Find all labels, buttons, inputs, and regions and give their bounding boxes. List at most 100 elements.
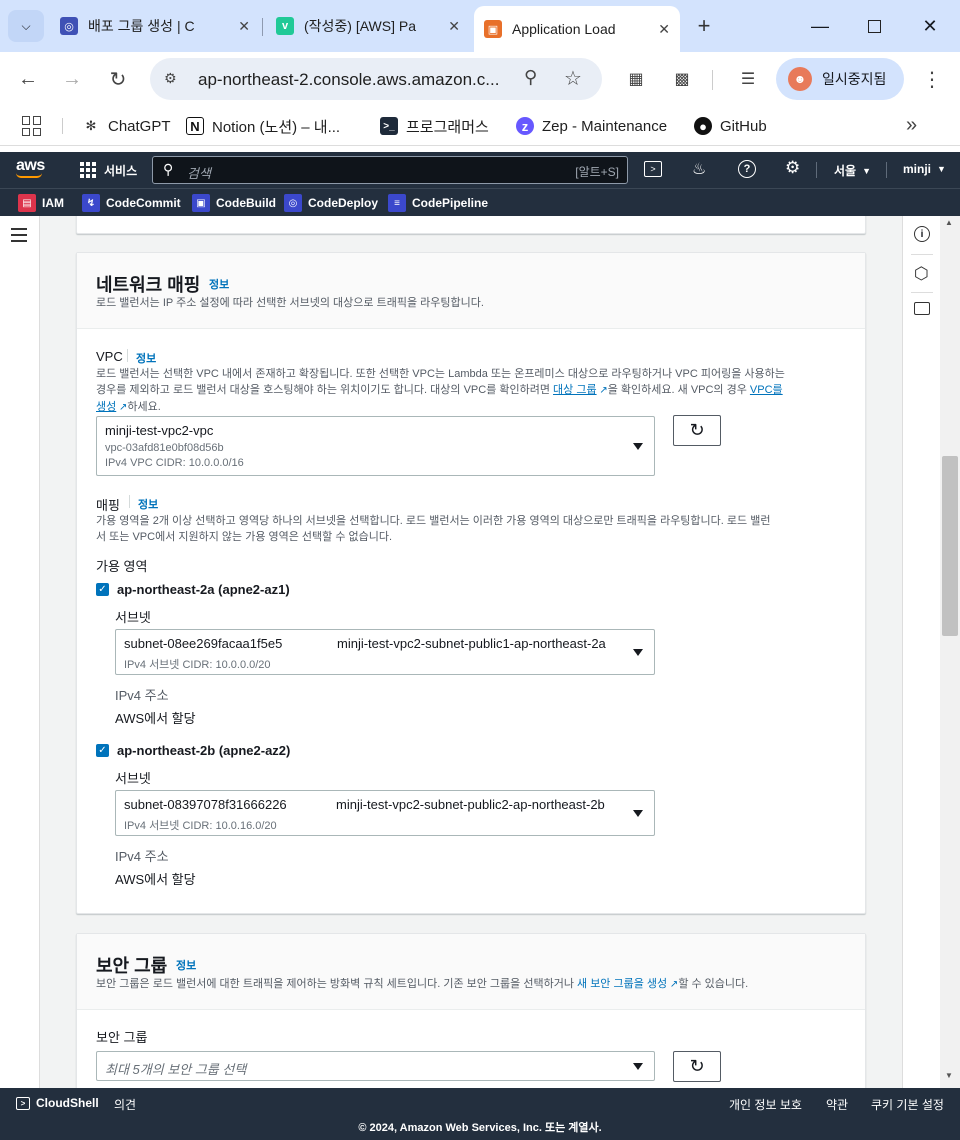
back-button[interactable]: ← <box>16 67 40 91</box>
browser-tab[interactable]: v (작성중) [AWS] Pa ✕ <box>266 8 470 44</box>
scroll-up-arrow[interactable]: ▲ <box>945 218 953 227</box>
create-sg-link[interactable]: 새 보안 그룹을 생성 <box>577 978 667 990</box>
bookmarks-bar: ✻ ChatGPT N Notion (노션) – 내... >_ 프로그래머스… <box>0 106 960 146</box>
label-divider <box>127 349 128 362</box>
aws-logo-text: aws <box>16 157 45 174</box>
browser-tab[interactable]: ◎ 배포 그룹 생성 | C ✕ <box>50 8 260 44</box>
account-menu[interactable]: minji ▼ <box>903 162 946 176</box>
cloudshell-label: CloudShell <box>36 1096 99 1110</box>
shortcut-iam[interactable]: ▤ IAM <box>18 194 64 212</box>
new-tab-button[interactable]: + <box>690 12 718 40</box>
target-group-link[interactable]: 대상 그룹 <box>553 384 597 396</box>
maximize-icon <box>867 19 881 33</box>
vpc-select[interactable]: minji-test-vpc2-vpc vpc-03afd81e0bf08d56… <box>96 416 655 476</box>
apps-grid-icon[interactable] <box>22 116 42 136</box>
browser-tab-active[interactable]: ▣ Application Load ✕ <box>474 6 680 52</box>
shortcut-codedeploy[interactable]: ◎ CodeDeploy <box>284 194 378 212</box>
close-icon[interactable]: ✕ <box>238 18 250 35</box>
menu-kebab-icon[interactable]: ⋮ <box>920 67 944 91</box>
right-tools-rail: i ⬡ <box>902 216 940 1088</box>
checkbox-checked[interactable]: ✓ <box>96 583 109 596</box>
info-link[interactable]: 정보 <box>138 496 158 512</box>
media-control-icon[interactable]: ☰ <box>736 67 760 91</box>
more-bookmarks-icon[interactable]: » <box>906 114 917 137</box>
panel-title: 보안 그룹 <box>96 956 168 976</box>
panel-description: 보안 그룹은 로드 밸런서에 대한 트래픽을 제어하는 방화벽 규칙 세트입니다… <box>96 976 748 993</box>
zoom-search-icon[interactable]: ⚲ <box>524 67 537 88</box>
scroll-thumb[interactable] <box>942 456 958 636</box>
puzzle-extensions-icon[interactable]: ▩ <box>670 67 694 91</box>
extension-icon[interactable]: ▦ <box>624 67 648 91</box>
external-link-icon: ↗ <box>596 385 608 396</box>
help-icon[interactable]: ? <box>738 160 756 178</box>
close-window-button[interactable]: ✕ <box>916 12 944 40</box>
minimize-button[interactable]: — <box>806 12 834 40</box>
feedback-link[interactable]: 의견 <box>114 1096 136 1113</box>
browser-toolbar: ← → ↻ ⚙ ap-northeast-2.console.aws.amazo… <box>0 52 960 106</box>
aws-search-input[interactable]: ⚲ 검색 [알트+S] <box>152 156 628 184</box>
create-vpc-link[interactable]: VPC를 <box>750 384 783 396</box>
aws-logo[interactable]: aws <box>16 157 50 183</box>
refresh-sg-button[interactable]: ↻ <box>673 1051 721 1082</box>
refresh-vpc-button[interactable]: ↻ <box>673 415 721 446</box>
page-scrollbar[interactable]: ▲ ▼ <box>940 216 960 1088</box>
bookmark-programmers[interactable]: >_ 프로그래머스 <box>380 116 489 136</box>
settings-gear-icon[interactable]: ⚙ <box>785 158 800 178</box>
bookmark-label: Notion (노션) – 내... <box>212 118 341 136</box>
shortcut-codepipeline[interactable]: ≡ CodePipeline <box>388 194 488 212</box>
bookmark-zep[interactable]: z Zep - Maintenance <box>516 116 667 136</box>
notifications-bell-icon[interactable]: ♨ <box>692 159 706 179</box>
toolbar-divider <box>712 70 713 90</box>
bookmark-notion[interactable]: N Notion (노션) – 내... <box>186 116 340 136</box>
hamburger-menu-icon[interactable] <box>11 228 27 242</box>
bookmark-chatgpt[interactable]: ✻ ChatGPT <box>82 116 171 136</box>
az-checkbox-row[interactable]: ✓ ap-northeast-2b (apne2-az2) <box>96 743 290 758</box>
reload-button[interactable]: ↻ <box>106 67 130 91</box>
az-checkbox-row[interactable]: ✓ ap-northeast-2a (apne2-az1) <box>96 582 290 597</box>
subnet-select[interactable]: subnet-08ee269facaa1f5e5 minji-test-vpc2… <box>115 629 655 675</box>
vpc-id: vpc-03afd81e0bf08d56b <box>105 442 224 454</box>
header-divider <box>886 162 887 178</box>
az-heading: 가용 영역 <box>96 559 148 574</box>
subnet-label: 서브넷 <box>115 771 151 786</box>
shortcut-label: CodePipeline <box>412 196 489 210</box>
shortcut-codebuild[interactable]: ▣ CodeBuild <box>192 194 276 212</box>
close-icon[interactable]: ✕ <box>658 21 670 38</box>
cloudshell-icon[interactable]: > <box>644 161 662 177</box>
maximize-button[interactable] <box>860 12 888 40</box>
subnet-select[interactable]: subnet-08397078f31666226 minji-test-vpc2… <box>115 790 655 836</box>
services-menu-button[interactable]: 서비스 <box>80 161 137 179</box>
hexagon-icon[interactable]: ⬡ <box>914 264 929 284</box>
codecommit-icon: ↯ <box>82 194 100 212</box>
close-icon[interactable]: ✕ <box>448 18 460 35</box>
terms-link[interactable]: 약관 <box>826 1096 848 1113</box>
shortcut-codecommit[interactable]: ↯ CodeCommit <box>82 194 181 212</box>
feedback-icon[interactable] <box>914 302 930 315</box>
panel-description: 로드 밸런서는 IP 주소 설정에 따라 선택한 서브넷의 대상으로 트래픽을 … <box>96 297 484 309</box>
profile-button[interactable]: ☻ 일시중지됨 <box>776 58 904 100</box>
security-group-select[interactable]: 최대 5개의 보안 그룹 선택 <box>96 1051 655 1081</box>
bookmark-star-icon[interactable]: ☆ <box>564 66 582 91</box>
cookie-preferences-link[interactable]: 쿠키 기본 설정 <box>871 1096 944 1113</box>
scroll-down-arrow[interactable]: ▼ <box>945 1071 953 1080</box>
bookmark-github[interactable]: ● GitHub <box>694 116 767 136</box>
info-link[interactable]: 정보 <box>136 350 156 366</box>
url-text[interactable]: ap-northeast-2.console.aws.amazon.c... <box>198 70 499 90</box>
header-divider <box>816 162 817 178</box>
forward-button[interactable]: → <box>60 67 84 91</box>
address-bar[interactable]: ⚙ ap-northeast-2.console.aws.amazon.c...… <box>150 58 602 100</box>
info-link[interactable]: 정보 <box>176 957 196 973</box>
region-selector[interactable]: 서울 ▼ <box>834 162 871 179</box>
codepipeline-icon: ≡ <box>388 194 406 212</box>
tab-title: Application Load <box>512 21 616 37</box>
tab-search-button[interactable]: ⌵ <box>8 10 44 42</box>
create-vpc-link-cont[interactable]: 생성 <box>96 401 116 413</box>
cloudshell-button[interactable]: > CloudShell <box>16 1096 99 1110</box>
caret-down-icon <box>633 649 643 656</box>
zep-icon: z <box>516 117 534 135</box>
site-settings-icon[interactable]: ⚙ <box>164 70 177 87</box>
privacy-link[interactable]: 개인 정보 보호 <box>729 1096 802 1113</box>
info-panel-icon[interactable]: i <box>914 226 930 242</box>
info-link[interactable]: 정보 <box>209 276 229 292</box>
checkbox-checked[interactable]: ✓ <box>96 744 109 757</box>
